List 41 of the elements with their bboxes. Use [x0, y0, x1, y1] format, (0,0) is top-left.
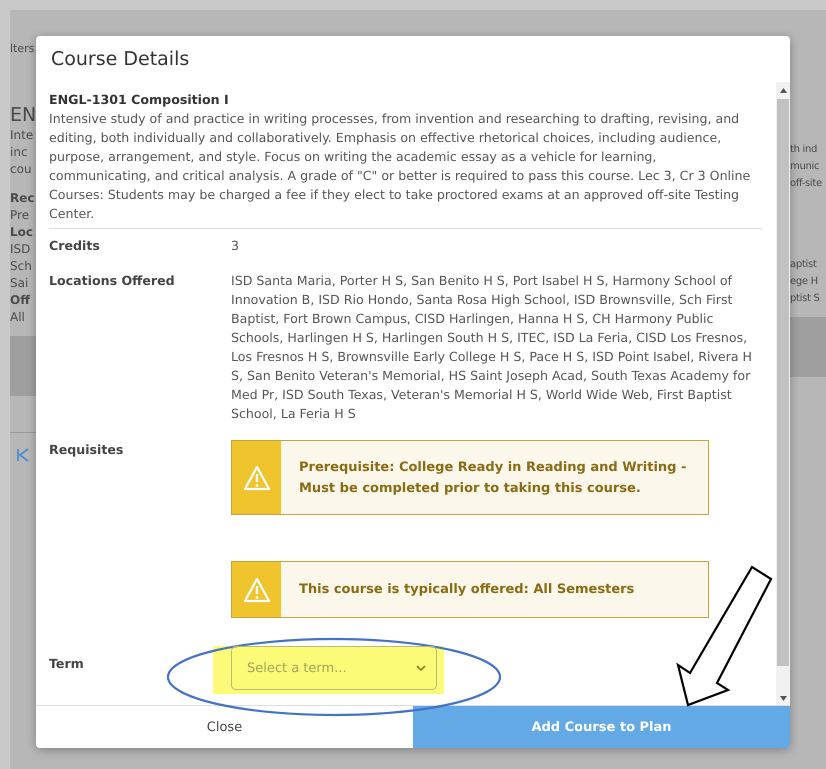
scroll-down-icon[interactable]: [780, 696, 786, 701]
notice-text: This course is typically offered: All Semesters: [298, 581, 636, 599]
add-course-button[interactable]: Add Course to Plan: [413, 706, 790, 748]
dialog-title: Course Details: [51, 48, 190, 70]
detail-text: Rec: [10, 190, 36, 207]
description-text: th ind: [790, 143, 818, 157]
locations-value: ISD Santa Maria, Porter H S, San Benito H S, Port Isabel H S, Harmony School of Innovation B, ISD Rio Hondo, Santa Rosa High School, ISD Brownsville, Sch First Baptist, Fort Brown Campus, CISD Harlingen, Hanna H S, CH Harmony Public Schools, Harlingen H S, Harlingen South H S, ITEC, ISD La Feria, CISD Los Fresnos, Los Fresnos H S, Brownsville Early College H S, Pace H S, ISD Point Isabel, Rivera H S, San Benito Veteran's Memorial, HS Saint Joseph Acad, South Texas Academy for Med Pr, ISD South Texas, Veteran's Memorial H S, World Wide Web, First Baptist School, La Feria H S: [231, 272, 754, 423]
notice-text: Prerequisite: College Ready in Reading and Writing - Must be completed prior to taking this course.: [298, 458, 688, 498]
field-label: Locations Offered: [49, 272, 176, 290]
detail-text: ISD: [10, 241, 32, 258]
credits-value: 3: [231, 237, 240, 255]
description-text: off-site: [790, 177, 823, 191]
panel-block: [790, 317, 826, 377]
detail-text: Sai: [10, 275, 30, 292]
chevron-down-icon: [416, 664, 426, 672]
close-button[interactable]: Close: [36, 706, 413, 748]
detail-text: Pre: [10, 207, 30, 224]
detail-text: Off: [10, 292, 32, 309]
term-select[interactable]: Select a term...: [231, 646, 437, 690]
detail-text: Sch: [10, 258, 33, 275]
detail-text: All: [10, 309, 26, 326]
description-text: inc: [10, 144, 29, 161]
course-description: Intensive study of and practice in writing processes, from invention and researching to drafting, revising, and editing, both individually and collaboratively. Emphasis on effective rhetorical choices, including audience, purpose, arrangement, and style. Focus on writing the academic essay as a vehicle for learning, communicating, and critical analysis. A grade of "C" or better is required to pass this course. Lec 3, Cr 3 Online Courses: Students may be charged a fee if they elect to take proctored exams at an approved off-site Testing Center.: [49, 110, 752, 223]
panel-block: [10, 336, 36, 396]
detail-text: aptist: [790, 258, 818, 272]
scroll-up-icon[interactable]: [780, 88, 786, 93]
course-heading: EN: [10, 103, 36, 127]
warning-icon: [242, 576, 270, 602]
course-title: ENGL-1301 Composition I: [49, 91, 230, 109]
description-text: Inte: [10, 127, 34, 144]
filter-label: lters: [10, 41, 36, 57]
description-text: munic: [790, 160, 820, 174]
field-label: Requisites: [49, 441, 124, 459]
detail-text: ptist S: [790, 292, 821, 306]
field-label: Credits: [49, 237, 101, 255]
detail-text: Loc: [10, 224, 34, 241]
scrollbar[interactable]: [776, 82, 790, 705]
warning-icon: [242, 464, 270, 490]
detail-text: ege H: [790, 275, 819, 289]
field-label: Term: [49, 655, 85, 673]
description-text: cou: [10, 161, 33, 178]
